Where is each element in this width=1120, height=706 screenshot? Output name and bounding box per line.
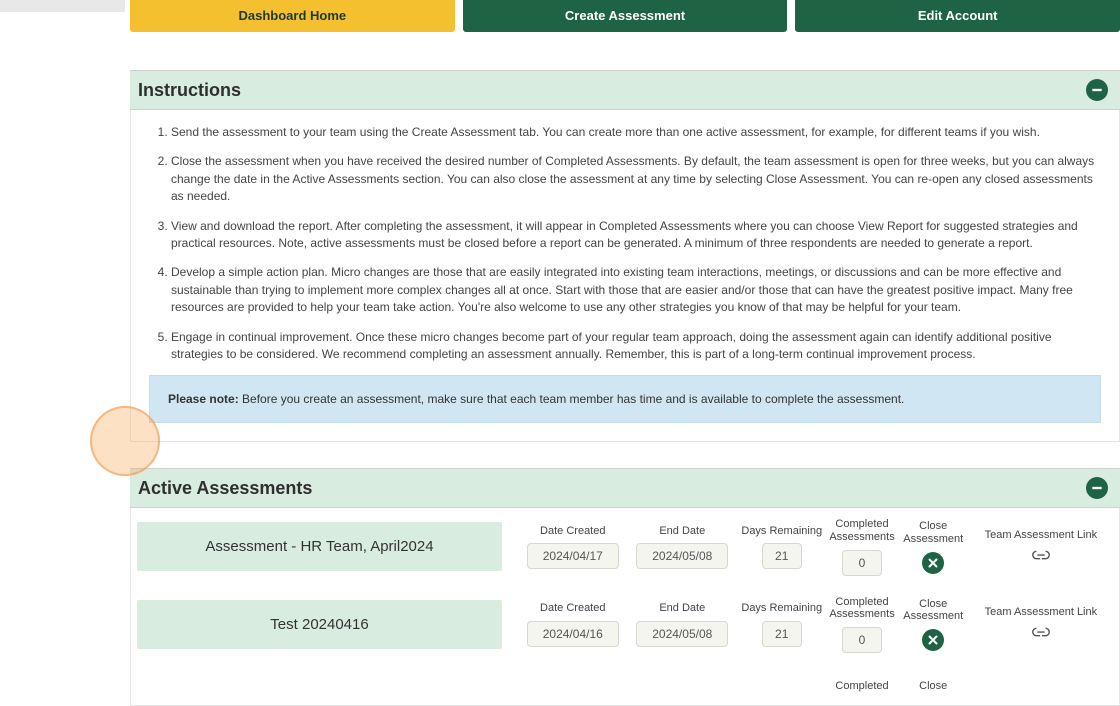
assessment-row: Completed Close xyxy=(137,673,1113,705)
close-assessment-button[interactable] xyxy=(922,552,944,574)
col-end-date: End Date 2024/05/08 xyxy=(628,525,738,570)
col-end-date: End Date 2024/05/08 xyxy=(628,602,738,647)
label-date-created: Date Created xyxy=(540,602,605,615)
main-content: Dashboard Home Create Assessment Edit Ac… xyxy=(130,0,1120,706)
tab-dashboard-home[interactable]: Dashboard Home xyxy=(130,0,455,32)
instruction-item: Engage in continual improvement. Once th… xyxy=(171,329,1101,364)
col-link: Team Assessment Link xyxy=(969,606,1113,642)
label-link: Team Assessment Link xyxy=(985,606,1098,619)
label-completed: Completed Assessments xyxy=(826,518,897,543)
value-end-date[interactable]: 2024/05/08 xyxy=(636,621,728,647)
value-days-remaining: 21 xyxy=(762,621,802,647)
collapse-instructions-button[interactable] xyxy=(1086,79,1108,101)
link-icon xyxy=(1030,548,1052,562)
label-close: Close Assessment xyxy=(898,598,969,623)
col-date-created: Date Created 2024/04/16 xyxy=(518,602,628,647)
instructions-list: Send the assessment to your team using t… xyxy=(149,124,1101,363)
label-end-date: End Date xyxy=(659,602,705,615)
col-days-remaining: Days Remaining 21 xyxy=(737,602,826,647)
instruction-item: Close the assessment when you have recei… xyxy=(171,153,1101,205)
note-box: Please note: Before you create an assess… xyxy=(149,375,1101,423)
instruction-item: View and download the report. After comp… xyxy=(171,218,1101,253)
tab-create-assessment[interactable]: Create Assessment xyxy=(463,0,788,32)
note-text: Before you create an assessment, make su… xyxy=(239,392,905,406)
collapse-active-button[interactable] xyxy=(1086,477,1108,499)
col-date-created: Date Created 2024/04/17 xyxy=(518,525,628,570)
value-date-created[interactable]: 2024/04/17 xyxy=(527,543,619,569)
sidebar-stub xyxy=(0,0,125,12)
value-completed: 0 xyxy=(842,550,882,576)
assessment-name: Test 20240416 xyxy=(137,600,502,649)
instruction-item: Send the assessment to your team using t… xyxy=(171,124,1101,141)
note-prefix: Please note: xyxy=(168,392,239,406)
instructions-header: Instructions xyxy=(130,70,1120,110)
assessment-row: Test 20240416 Date Created 2024/04/16 En… xyxy=(137,596,1113,653)
col-days-remaining: Days Remaining 21 xyxy=(737,525,826,570)
col-completed: Completed xyxy=(826,680,897,699)
label-days-remaining: Days Remaining xyxy=(741,525,822,538)
label-end-date: End Date xyxy=(659,525,705,538)
minus-icon xyxy=(1090,481,1104,495)
active-assessments-header: Active Assessments xyxy=(130,468,1120,508)
label-close: Close Assessment xyxy=(898,520,969,545)
value-date-created[interactable]: 2024/04/16 xyxy=(527,621,619,647)
team-link-button[interactable] xyxy=(1030,548,1052,565)
instruction-item: Develop a simple action plan. Micro chan… xyxy=(171,264,1101,316)
link-icon xyxy=(1030,625,1052,639)
minus-icon xyxy=(1090,83,1104,97)
value-end-date[interactable]: 2024/05/08 xyxy=(636,543,728,569)
close-x-icon xyxy=(927,634,939,646)
value-completed: 0 xyxy=(842,627,882,653)
col-completed: Completed Assessments 0 xyxy=(826,596,897,653)
close-x-icon xyxy=(927,557,939,569)
close-assessment-button[interactable] xyxy=(922,629,944,651)
active-assessments-title: Active Assessments xyxy=(138,478,312,499)
instructions-body: Send the assessment to your team using t… xyxy=(130,110,1120,442)
label-completed-partial: Completed xyxy=(835,680,888,693)
label-days-remaining: Days Remaining xyxy=(741,602,822,615)
col-completed: Completed Assessments 0 xyxy=(826,518,897,575)
assessment-name: Assessment - HR Team, April2024 xyxy=(137,522,502,571)
label-link: Team Assessment Link xyxy=(985,529,1098,542)
main-tabs: Dashboard Home Create Assessment Edit Ac… xyxy=(130,0,1120,32)
value-days-remaining: 21 xyxy=(762,543,802,569)
tab-edit-account[interactable]: Edit Account xyxy=(795,0,1120,32)
label-close-partial: Close xyxy=(919,680,947,693)
col-link: Team Assessment Link xyxy=(969,529,1113,565)
assessment-row: Assessment - HR Team, April2024 Date Cre… xyxy=(137,518,1113,575)
active-assessments-body: Assessment - HR Team, April2024 Date Cre… xyxy=(130,508,1120,706)
team-link-button[interactable] xyxy=(1030,625,1052,642)
col-close: Close Assessment xyxy=(898,598,969,651)
label-date-created: Date Created xyxy=(540,525,605,538)
instructions-title: Instructions xyxy=(138,80,241,101)
col-close: Close xyxy=(898,680,969,699)
col-close: Close Assessment xyxy=(898,520,969,573)
label-completed: Completed Assessments xyxy=(826,596,897,621)
